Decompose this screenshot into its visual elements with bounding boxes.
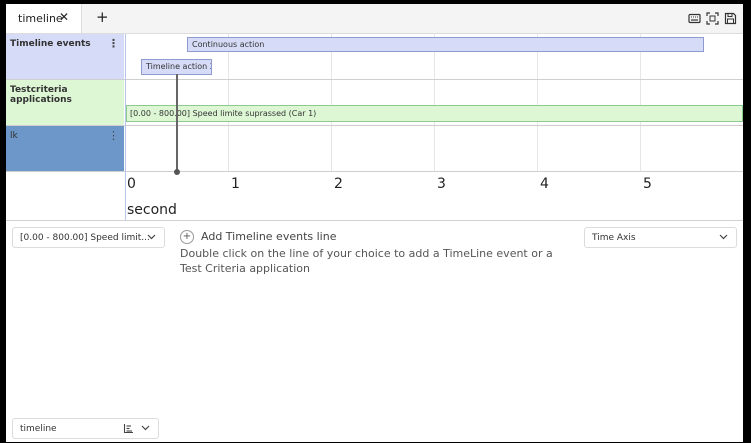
time-cursor-handle[interactable] [174,169,180,175]
axis-tick-label: 0 [127,176,136,192]
row-label-testcriteria[interactable]: Testcriteria applications [6,80,124,125]
select-value: timeline [20,424,57,434]
event-continuous-action[interactable]: Continuous action [187,37,704,52]
time-cursor[interactable] [176,74,178,171]
tab-bar: timeline ✕ + [6,4,743,34]
add-timeline-events-line-button[interactable]: + Add Timeline events line [180,230,336,244]
grid-line [537,34,538,171]
tab-timeline[interactable]: timeline ✕ [6,4,82,33]
chevron-down-icon [147,234,156,240]
save-icon[interactable] [724,12,737,25]
more-vertical-icon[interactable]: ⋮ [108,37,119,50]
grid-line [640,34,641,171]
chevron-down-icon [141,425,150,431]
axis-unit-label: second [127,202,177,218]
axis-origin-line [125,34,126,220]
add-circle-icon: + [180,230,194,244]
axis-tick-label: 2 [334,176,343,192]
timeline-area: Timeline events ⋮ Testcriteria applicati… [6,34,743,221]
grid-line [331,34,332,171]
axis-tick-label: 4 [540,176,549,192]
fit-screen-icon[interactable] [706,12,719,25]
chevron-down-icon [719,234,728,240]
add-line-label: Add Timeline events line [201,230,337,243]
row-label-text: lk [10,131,18,141]
axis-tick-label: 1 [231,176,240,192]
grid-line [228,34,229,171]
keyboard-icon[interactable] [688,12,701,25]
close-icon[interactable]: ✕ [59,10,69,24]
grid-line [434,34,435,171]
add-tab-icon[interactable]: + [96,8,109,26]
timeline-window: timeline ✕ + Timeline events ⋮ Testcrite… [6,4,743,442]
row-label-text: Testcriteria applications [10,85,72,105]
hint-text: Double click on the line of your choice … [180,247,553,275]
row-label-timeline-events[interactable]: Timeline events ⋮ [6,34,124,79]
select-value: Time Axis [592,233,636,243]
view-select[interactable]: timeline [12,418,159,439]
row-divider [6,79,743,80]
event-testcriteria-speed[interactable]: [0.00 - 800.00] Speed limite suprassed (… [126,105,743,122]
axis-type-select[interactable]: Time Axis [584,227,737,248]
row-label-lk[interactable]: lk ⋮ [6,126,124,171]
more-vertical-icon[interactable]: ⋮ [108,129,119,142]
testcriteria-select[interactable]: [0.00 - 800.00] Speed limit... [12,227,165,248]
row-label-text: Timeline events [10,39,91,49]
event-timeline-action-2[interactable]: Timeline action 2 [141,59,212,75]
chart-icon [123,424,133,434]
tab-label: timeline [18,12,63,25]
row-divider [6,171,743,172]
axis-tick-label: 3 [437,176,446,192]
select-value: [0.00 - 800.00] Speed limit... [20,233,150,243]
timeline-bottom-border [6,220,743,221]
row-divider [6,125,743,126]
axis-tick-label: 5 [643,176,652,192]
